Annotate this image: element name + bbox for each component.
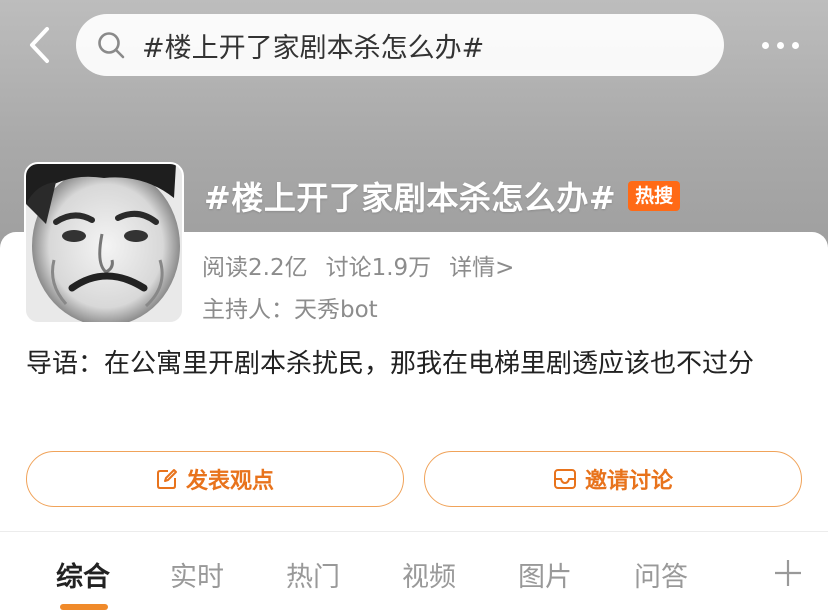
discussion-count: 讨论1.9万	[325, 255, 432, 281]
plus-icon[interactable]	[772, 557, 804, 589]
meme-face-image	[26, 164, 182, 322]
back-button[interactable]	[22, 22, 58, 68]
search-icon	[98, 32, 125, 59]
topic-title-row: #楼上开了家剧本杀怎么办# 热搜	[204, 172, 681, 220]
topic-intro: 导语：在公寓里开剧本杀扰民，那我在电梯里剧透应该也不过分	[26, 349, 755, 379]
post-opinion-button[interactable]: 发表观点	[26, 451, 404, 507]
search-query[interactable]: #楼上开了家剧本杀怎么办#	[142, 26, 484, 65]
invite-discussion-button[interactable]: 邀请讨论	[424, 451, 802, 507]
active-tab-indicator	[60, 604, 108, 610]
tab-pictures[interactable]: 图片	[518, 555, 572, 594]
tab-comprehensive[interactable]: 综合	[56, 555, 110, 594]
inbox-icon	[553, 469, 576, 489]
more-button[interactable]	[752, 30, 808, 60]
tab-hot[interactable]: 热门	[286, 555, 340, 594]
topic-avatar	[24, 162, 184, 324]
tab-qa[interactable]: 问答	[634, 555, 688, 594]
edit-icon	[156, 469, 177, 489]
tab-realtime[interactable]: 实时	[170, 555, 224, 594]
details-link[interactable]: 详情>	[449, 248, 514, 282]
topic-stats: 阅读2.2亿 讨论1.9万 详情>	[202, 248, 514, 282]
topic-title: #楼上开了家剧本杀怎么办#	[204, 179, 617, 217]
tab-video[interactable]: 视频	[402, 555, 456, 594]
top-bar: #楼上开了家剧本杀怎么办#	[0, 0, 828, 90]
tab-bar: 综合 实时 热门 视频 图片 问答	[0, 545, 828, 615]
more-dot	[776, 41, 784, 49]
invite-discussion-label: 邀请讨论	[584, 469, 673, 494]
post-opinion-label: 发表观点	[185, 469, 274, 494]
hot-badge: 热搜	[628, 181, 681, 211]
read-count: 阅读2.2亿	[202, 255, 308, 281]
chevron-left-icon	[30, 27, 49, 63]
more-dot	[791, 41, 799, 49]
topic-host: 主持人：天秀bot	[202, 297, 378, 323]
search-bar[interactable]: #楼上开了家剧本杀怎么办#	[76, 14, 724, 76]
divider	[0, 531, 828, 532]
more-dot	[761, 41, 769, 49]
